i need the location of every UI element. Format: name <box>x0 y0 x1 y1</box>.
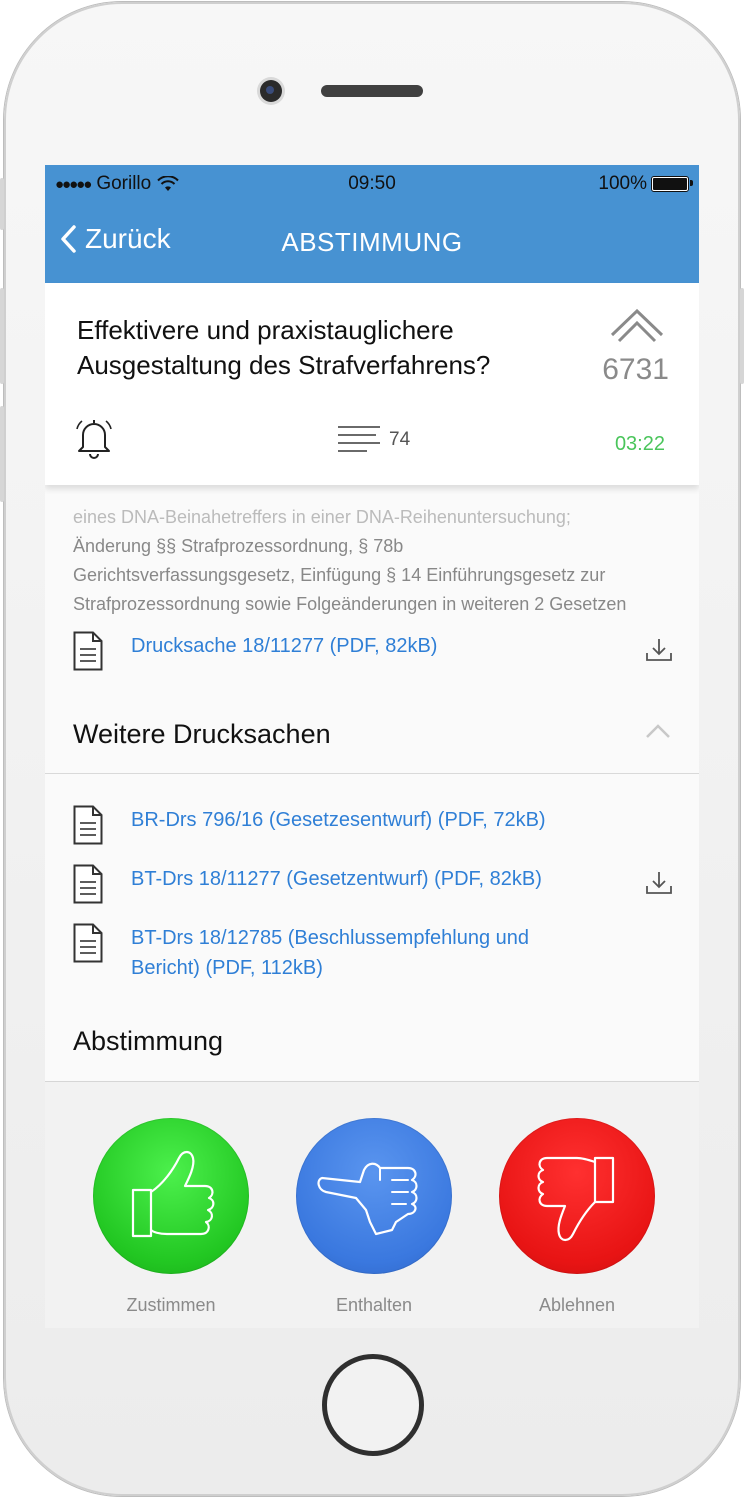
status-bar: ●●●●● Gorillo 09:50 100% <box>55 173 693 197</box>
reject-button[interactable] <box>499 1118 655 1274</box>
download-icon[interactable] <box>645 870 673 896</box>
power-button <box>740 288 744 384</box>
comment-count[interactable]: 74 <box>389 429 410 451</box>
page-title: ABSTIMMUNG <box>281 227 463 257</box>
download-icon[interactable] <box>645 637 673 663</box>
question-text: Effektivere und praxistauglichere Ausges… <box>77 315 491 380</box>
vote-panel: Zustimmen Enthalten Ablehnen <box>45 1081 699 1328</box>
earpiece-speaker <box>321 85 423 97</box>
reject-label: Ablehnen <box>538 1295 616 1315</box>
upvote-chevron-icon[interactable] <box>609 305 665 345</box>
description-text: eines DNA-Beinahetreffers in einer DNA-R… <box>73 503 673 619</box>
approve-button[interactable] <box>93 1118 249 1274</box>
section-divider <box>45 773 699 774</box>
main-document-link[interactable]: Drucksache 18/11277 (PDF, 82kB) <box>131 631 437 661</box>
document-icon <box>73 923 103 963</box>
document-row[interactable]: BR-Drs 796/16 (Gesetzesentwurf) (PDF, 72… <box>73 805 673 845</box>
document-row[interactable]: BT-Drs 18/11277 (Gesetzentwurf) (PDF, 82… <box>73 864 673 904</box>
volume-down-button <box>0 406 4 502</box>
chevron-up-icon[interactable] <box>645 723 671 739</box>
app-screen: ●●●●● Gorillo 09:50 100% Zurück ABSTIMMU… <box>45 165 699 1328</box>
vote-section-title: Abstimmung <box>73 1026 224 1056</box>
document-icon <box>73 805 103 845</box>
question-card: Effektivere und praxistauglichere Ausges… <box>45 283 699 485</box>
description-line: Gerichtsverfassungsgesetz, Einfügung § 1… <box>73 565 606 585</box>
approve-label: Zustimmen <box>126 1295 216 1315</box>
remaining-time: 03:22 <box>614 433 665 455</box>
document-link[interactable]: BT-Drs 18/12785 (Beschlussempfehlung und… <box>131 923 529 983</box>
document-icon <box>73 631 103 671</box>
further-docs-title[interactable]: Weitere Drucksachen <box>73 719 331 750</box>
navigation-bar: ●●●●● Gorillo 09:50 100% Zurück ABSTIMMU… <box>45 165 699 283</box>
front-camera <box>260 80 282 102</box>
vote-count: 6731 <box>602 353 669 386</box>
document-link[interactable]: BT-Drs 18/11277 (Gesetzentwurf) (PDF, 82… <box>131 864 542 894</box>
document-link[interactable]: BR-Drs 796/16 (Gesetzesentwurf) (PDF, 72… <box>131 805 546 835</box>
document-link-line: Bericht) (PDF, 112kB) <box>131 957 323 979</box>
abstain-label: Enthalten <box>335 1295 413 1315</box>
home-button[interactable] <box>322 1354 424 1456</box>
thumb-sideways-icon <box>317 1162 418 1236</box>
description-line: eines DNA-Beinahetreffers in einer DNA-R… <box>73 507 571 527</box>
description-line: Änderung §§ Strafprozessordnung, § 78b <box>73 536 404 556</box>
abstain-button[interactable] <box>296 1118 452 1274</box>
bell-icon[interactable] <box>75 417 113 459</box>
document-icon <box>73 864 103 904</box>
battery-percent: 100% <box>598 173 647 194</box>
thumbs-down-icon <box>537 1156 615 1242</box>
document-row[interactable]: BT-Drs 18/12785 (Beschlussempfehlung und… <box>73 923 673 983</box>
main-document-row[interactable]: Drucksache 18/11277 (PDF, 82kB) <box>73 631 673 671</box>
mute-switch <box>0 178 4 230</box>
battery-icon <box>651 176 693 192</box>
volume-up-button <box>0 288 4 384</box>
comments-lines-icon[interactable] <box>337 423 381 455</box>
status-time: 09:50 <box>348 173 396 194</box>
description-line: Strafprozessordnung sowie Folgeänderunge… <box>73 594 627 614</box>
document-link-line: BT-Drs 18/12785 (Beschlussempfehlung und <box>131 927 530 949</box>
thumbs-up-icon <box>131 1150 215 1238</box>
